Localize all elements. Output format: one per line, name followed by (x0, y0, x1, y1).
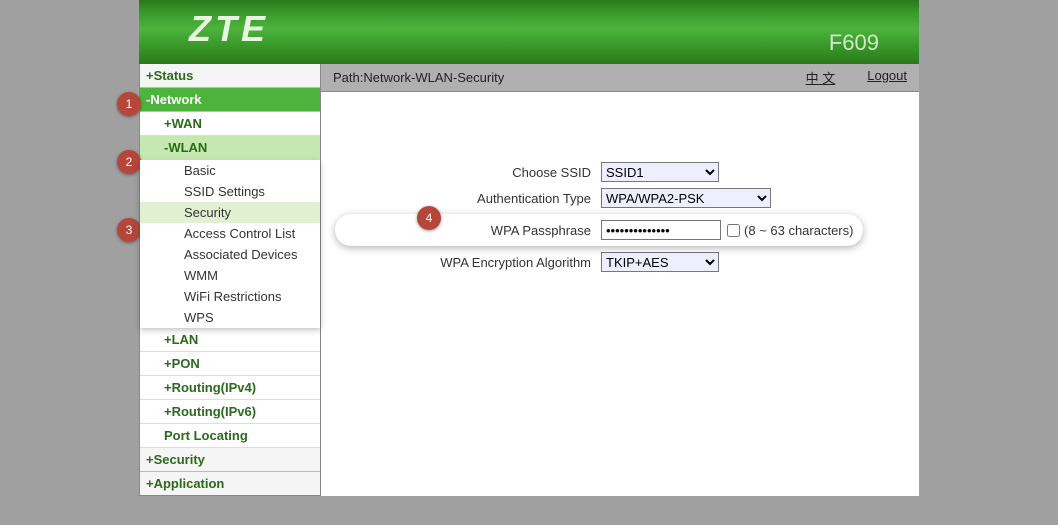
model-number: F609 (829, 30, 879, 56)
sidebar-item-lan[interactable]: +LAN (140, 328, 320, 352)
enc-alg-label: WPA Encryption Algorithm (341, 255, 601, 270)
breadcrumb-label: Path: (333, 70, 363, 85)
sidebar-nav: +Status -Network +WAN -WLAN Basic SSID S… (139, 64, 321, 496)
content-area: Path:Network-WLAN-Security 中 文 Logout Ch… (321, 64, 919, 496)
breadcrumb: Path:Network-WLAN-Security (333, 70, 504, 85)
enc-alg-select[interactable]: TKIP+AES (601, 252, 719, 272)
annotation-badge-4: 4 (417, 206, 441, 230)
sidebar-item-routing-ipv6[interactable]: +Routing(IPv6) (140, 400, 320, 424)
sidebar-item-wlan-wmm[interactable]: WMM (140, 265, 320, 286)
annotation-badge-1: 1 (117, 92, 141, 116)
sidebar-item-network[interactable]: -Network (140, 88, 320, 112)
sidebar-item-wan[interactable]: +WAN (140, 112, 320, 136)
sidebar-item-wlan-ssid-settings[interactable]: SSID Settings (140, 181, 320, 202)
sidebar-item-wlan-basic[interactable]: Basic (140, 160, 320, 181)
sidebar-item-wlan-assoc-devices[interactable]: Associated Devices (140, 244, 320, 265)
sidebar-item-pon[interactable]: +PON (140, 352, 320, 376)
annotation-badge-3: 3 (117, 218, 141, 242)
wpa-passphrase-input[interactable] (601, 220, 721, 240)
top-links: 中 文 Logout (806, 68, 907, 87)
brand-logo: ZTE (189, 8, 269, 50)
sidebar-item-application[interactable]: +Application (140, 472, 320, 495)
wpa-passphrase-label: WPA Passphrase (335, 223, 601, 238)
header-banner: ZTE F609 (139, 0, 919, 64)
top-bar: Path:Network-WLAN-Security 中 文 Logout (321, 64, 919, 92)
sidebar-item-wlan-security[interactable]: Security (140, 202, 320, 223)
choose-ssid-label: Choose SSID (341, 165, 601, 180)
sidebar-item-wlan-wifi-restrictions[interactable]: WiFi Restrictions (140, 286, 320, 307)
sidebar-item-status[interactable]: +Status (140, 64, 320, 88)
sidebar-item-wlan[interactable]: -WLAN (140, 136, 320, 160)
sidebar-item-routing-ipv4[interactable]: +Routing(IPv4) (140, 376, 320, 400)
sidebar-item-port-locating[interactable]: Port Locating (140, 424, 320, 448)
router-admin-window: ZTE F609 +Status -Network +WAN -WLAN Bas… (139, 0, 919, 496)
passphrase-hint: (8 ~ 63 characters) (744, 223, 853, 238)
sidebar-item-security[interactable]: +Security (140, 448, 320, 472)
auth-type-select[interactable]: WPA/WPA2-PSK (601, 188, 771, 208)
breadcrumb-value: Network-WLAN-Security (363, 70, 504, 85)
language-link[interactable]: 中 文 (806, 68, 836, 87)
choose-ssid-select[interactable]: SSID1 (601, 162, 719, 182)
passphrase-highlight: WPA Passphrase (8 ~ 63 characters) (335, 214, 863, 246)
reveal-passphrase-checkbox[interactable] (727, 224, 740, 237)
annotation-badge-2: 2 (117, 150, 141, 174)
wlan-security-form: Choose SSID SSID1 Authentication Type WP… (321, 92, 919, 298)
wlan-submenu: Basic SSID Settings Security Access Cont… (140, 160, 320, 328)
sidebar-item-wlan-wps[interactable]: WPS (140, 307, 320, 328)
logout-link[interactable]: Logout (867, 68, 907, 87)
auth-type-label: Authentication Type (341, 191, 601, 206)
sidebar-item-wlan-acl[interactable]: Access Control List (140, 223, 320, 244)
